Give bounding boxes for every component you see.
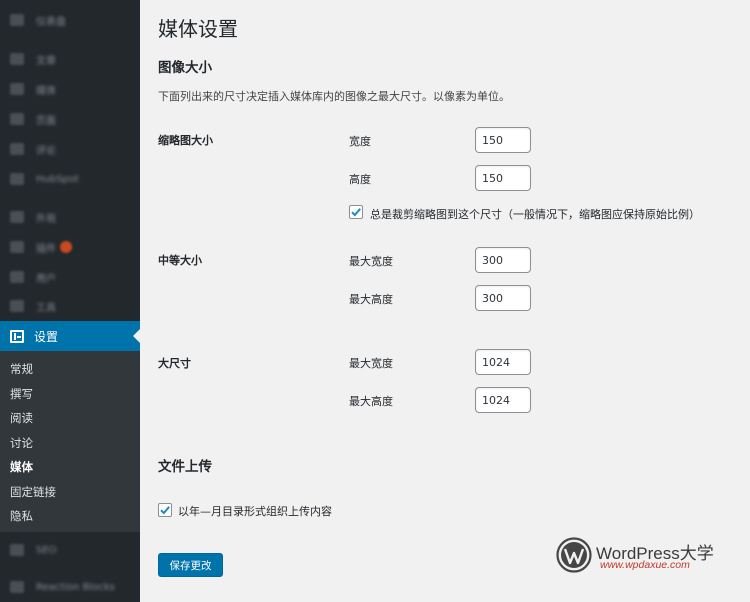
large-max-height-label: 最大高度	[349, 395, 393, 408]
page-icon	[10, 113, 24, 125]
medium-max-width-label: 最大宽度	[349, 255, 393, 268]
menu-item-tools[interactable]: 工具	[0, 291, 140, 321]
menu-item-comments[interactable]: 评论	[0, 134, 140, 164]
hubspot-icon	[10, 173, 24, 185]
media-icon	[10, 83, 24, 95]
menu-label: 工具	[36, 302, 56, 314]
thumbnail-width-label: 宽度	[349, 135, 371, 148]
settings-icon	[10, 329, 24, 343]
thumbnail-height-label: 高度	[349, 173, 371, 186]
page-title: 媒体设置	[158, 17, 238, 41]
update-count-badge	[60, 241, 72, 253]
dashboard-icon	[10, 14, 24, 26]
settings-submenu: 常规 撰写 阅读 讨论 媒体 固定链接 隐私	[0, 351, 140, 532]
menu-label: Reaction Blocks	[36, 581, 115, 593]
crop-thumbnail-checkbox[interactable]	[349, 205, 363, 219]
menu-label: 仪表盘	[36, 16, 66, 28]
crop-thumbnail-label: 总是裁剪缩略图到这个尺寸（一般情况下，缩略图应保持原始比例）	[370, 208, 700, 221]
checkmark-icon	[160, 506, 170, 515]
large-size-label: 大尺寸	[158, 357, 191, 370]
menu-item-settings[interactable]: 设置	[0, 321, 140, 351]
submenu-item-reading[interactable]: 阅读	[0, 406, 140, 431]
save-changes-button[interactable]: 保存更改	[158, 553, 223, 577]
submenu-item-writing[interactable]: 撰写	[0, 382, 140, 407]
thumbnail-height-input[interactable]	[475, 165, 531, 191]
menu-label: 用户	[36, 273, 56, 285]
menu-item-posts[interactable]: 文章	[0, 44, 140, 74]
medium-max-width-input[interactable]	[475, 247, 531, 273]
image-sizes-description: 下面列出来的尺寸决定插入媒体库内的图像之最大尺寸。以像素为单位。	[158, 90, 510, 103]
media-settings-content: 媒体设置 图像大小 下面列出来的尺寸决定插入媒体库内的图像之最大尺寸。以像素为单…	[140, 0, 750, 602]
menu-label: 评论	[36, 145, 56, 157]
menu-item-appearance[interactable]: 外观	[0, 202, 140, 232]
submenu-item-discussion[interactable]: 讨论	[0, 431, 140, 456]
tools-icon	[10, 300, 24, 312]
large-max-width-input[interactable]	[475, 349, 531, 375]
comments-icon	[10, 143, 24, 155]
submenu-item-privacy[interactable]: 隐私	[0, 504, 140, 529]
watermark-url: www.wpdaxue.com	[600, 559, 690, 571]
admin-sidebar: 仪表盘 文章 媒体 页面 评论 HubSpot 外观 插件 用户 工具 设置 常…	[0, 0, 140, 602]
menu-label: 插件	[36, 243, 56, 255]
menu-label: 文章	[36, 55, 56, 67]
seo-icon	[10, 544, 24, 556]
menu-label: HubSpot	[36, 173, 79, 185]
pin-icon	[10, 53, 24, 65]
medium-max-height-label: 最大高度	[349, 293, 393, 306]
blocks-icon	[10, 581, 24, 593]
submenu-item-media[interactable]: 媒体	[0, 455, 140, 480]
wordpress-logo-icon	[556, 537, 592, 573]
thumbnail-size-label: 缩略图大小	[158, 134, 213, 147]
menu-item-pages[interactable]: 页面	[0, 104, 140, 134]
appearance-icon	[10, 211, 24, 223]
large-max-height-input[interactable]	[475, 387, 531, 413]
menu-label: 外观	[36, 213, 56, 225]
menu-label: 页面	[36, 115, 56, 127]
menu-item-dashboard[interactable]: 仪表盘	[0, 5, 140, 35]
menu-label: 媒体	[36, 85, 56, 97]
menu-item-media[interactable]: 媒体	[0, 74, 140, 104]
medium-size-label: 中等大小	[158, 254, 202, 267]
submenu-item-general[interactable]: 常规	[0, 357, 140, 382]
medium-max-height-input[interactable]	[475, 285, 531, 311]
submenu-item-permalinks[interactable]: 固定链接	[0, 480, 140, 505]
file-uploads-heading: 文件上传	[158, 459, 212, 475]
menu-label: SEO	[36, 544, 57, 556]
thumbnail-width-input[interactable]	[475, 127, 531, 153]
menu-label: 设置	[34, 329, 59, 344]
checkmark-icon	[351, 208, 361, 217]
menu-item-reaction-blocks[interactable]: Reaction Blocks	[0, 572, 140, 602]
organize-uploads-checkbox[interactable]	[158, 503, 172, 517]
large-max-width-label: 最大宽度	[349, 357, 393, 370]
menu-item-users[interactable]: 用户	[0, 262, 140, 292]
wpdaxue-watermark: WordPress大学 www.wpdaxue.com	[556, 537, 746, 577]
menu-item-hubspot[interactable]: HubSpot	[0, 164, 140, 194]
plugins-icon	[10, 241, 24, 253]
menu-item-seo[interactable]: SEO	[0, 535, 140, 565]
image-sizes-heading: 图像大小	[158, 60, 212, 76]
menu-item-plugins[interactable]: 插件	[0, 232, 140, 262]
organize-uploads-label: 以年—月目录形式组织上传内容	[178, 505, 332, 518]
users-icon	[10, 271, 24, 283]
